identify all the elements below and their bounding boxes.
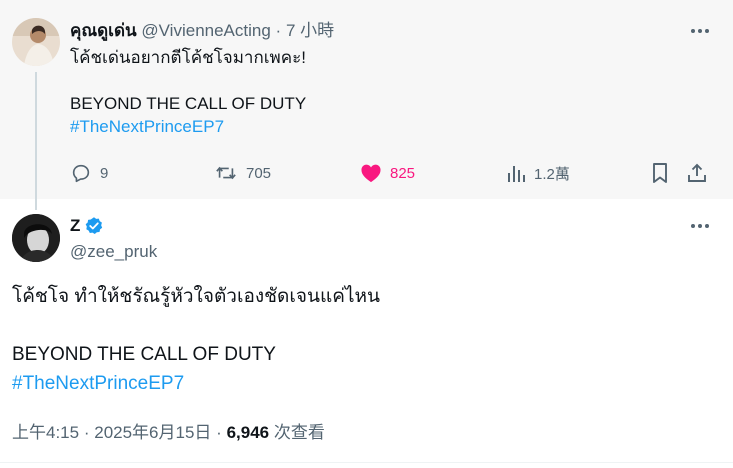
- tweet-thread: คุณดูเด่น @VivienneActing · 7 小時 โค้ชเด่…: [0, 0, 733, 468]
- divider: [0, 462, 733, 463]
- like-button[interactable]: 825: [360, 160, 415, 186]
- tweet-views-label: 次查看: [273, 423, 325, 442]
- main-text-line: [12, 312, 712, 340]
- more-icon[interactable]: [685, 214, 715, 238]
- repost-icon: [216, 166, 236, 180]
- parent-text-line: โค้ชเด่นอยากตีโค้ชโจมากเพคะ!: [70, 48, 306, 67]
- reply-count: 9: [100, 164, 109, 182]
- tweet-date[interactable]: 2025年6月15日: [94, 423, 211, 442]
- views-count: 1.2萬: [534, 165, 570, 183]
- like-count: 825: [390, 164, 416, 182]
- main-tweet-text: โค้ชโจ ทำให้ชรัณรู้หัวใจตัวเองชัดเจนแค่ไ…: [12, 283, 712, 399]
- parent-display-name[interactable]: คุณดูเด่น: [70, 21, 137, 40]
- parent-text-line: BEYOND THE CALL OF DUTY: [70, 94, 307, 113]
- share-icon: [688, 163, 706, 182]
- main-handle[interactable]: @zee_pruk: [70, 240, 157, 264]
- main-display-name[interactable]: Z: [70, 214, 80, 238]
- verified-badge-icon[interactable]: [84, 216, 104, 236]
- main-avatar[interactable]: [12, 214, 60, 262]
- repost-count: 705: [246, 164, 272, 182]
- heart-filled-icon: [361, 164, 381, 183]
- parent-action-bar: 9 705 825 1.2萬: [70, 160, 720, 186]
- meta-separator: ·: [83, 423, 90, 442]
- parent-avatar[interactable]: [12, 18, 60, 66]
- parent-header: คุณดูเด่น @VivienneActing · 7 小時: [70, 19, 334, 43]
- reply-button[interactable]: 9: [70, 160, 108, 186]
- meta-separator: ·: [216, 423, 222, 442]
- thread-connector-line: [35, 72, 37, 210]
- main-text-line: โค้ชโจ ทำให้ชรัณรู้หัวใจตัวเองชัดเจนแค่ไ…: [12, 286, 381, 307]
- parent-handle[interactable]: @VivienneActing: [141, 21, 270, 40]
- repost-button[interactable]: 705: [214, 160, 271, 186]
- main-name-row: Z: [70, 214, 104, 238]
- bookmark-button[interactable]: [650, 160, 678, 186]
- main-text-line: BEYOND THE CALL OF DUTY: [12, 344, 276, 365]
- parent-time[interactable]: 7 小時: [286, 21, 334, 40]
- parent-hashtag-link[interactable]: #TheNextPrinceEP7: [70, 115, 690, 138]
- parent-tweet-text: โค้ชเด่นอยากตีโค้ชโจมากเพคะ! BEYOND THE …: [70, 46, 690, 138]
- tweet-time[interactable]: 上午4:15: [12, 423, 79, 442]
- parent-text-line: [70, 69, 690, 92]
- more-icon[interactable]: [685, 19, 715, 43]
- tweet-meta: 上午4:15 · 2025年6月15日 · 6,946 次查看: [12, 421, 325, 445]
- reply-icon: [72, 164, 90, 183]
- share-button[interactable]: [686, 160, 716, 186]
- bookmark-icon: [653, 163, 667, 183]
- parent-tweet[interactable]: คุณดูเด่น @VivienneActing · 7 小時 โค้ชเด่…: [0, 0, 733, 199]
- tweet-views-count: 6,946: [226, 423, 270, 442]
- views-button[interactable]: 1.2萬: [506, 160, 570, 186]
- header-separator: ·: [275, 21, 282, 40]
- analytics-icon: [508, 166, 525, 182]
- main-hashtag-link[interactable]: #TheNextPrinceEP7: [12, 370, 712, 398]
